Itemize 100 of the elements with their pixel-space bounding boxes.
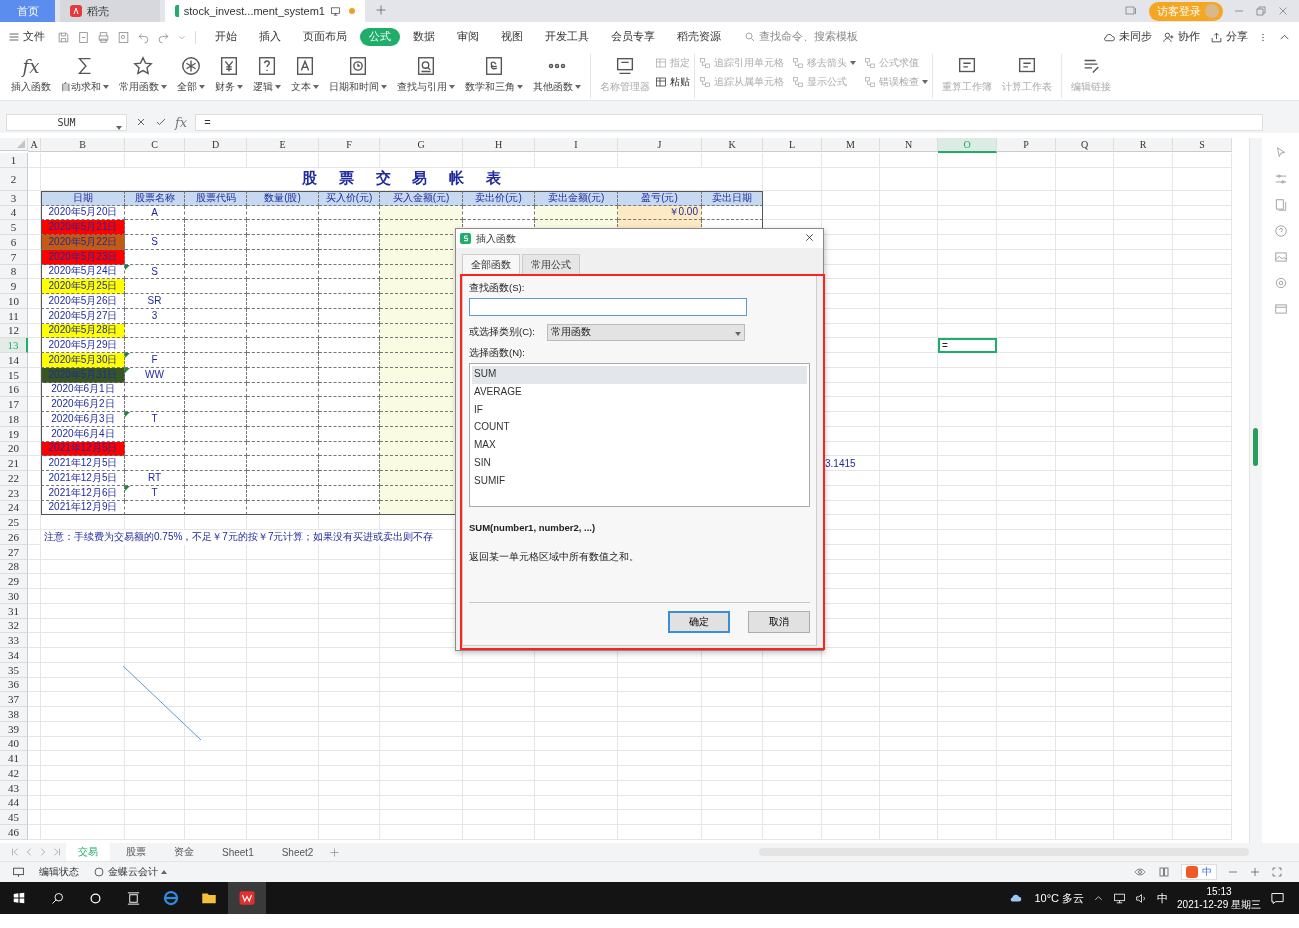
menu-tab[interactable]: 页面布局 — [294, 28, 356, 46]
plugin-button[interactable]: 金蝶云会计 — [93, 865, 167, 879]
active-cell[interactable]: = — [938, 338, 997, 353]
row-header[interactable]: 6 — [0, 235, 28, 250]
ok-button[interactable]: 确定 — [668, 611, 730, 633]
table-cell[interactable]: 3 — [125, 308, 185, 324]
row-header[interactable]: 30 — [0, 589, 28, 604]
function-item[interactable]: IF — [472, 401, 807, 420]
table-cell[interactable]: T — [125, 412, 185, 427]
row-header[interactable]: 9 — [0, 279, 28, 294]
insert-function-button[interactable]: fx — [175, 114, 188, 130]
ribbon-button[interactable]: 财务 — [210, 52, 248, 94]
row-header[interactable]: 5 — [0, 220, 28, 235]
sheet-tab[interactable]: Sheet1 — [210, 844, 266, 860]
row-header[interactable]: 41 — [0, 751, 28, 766]
document-tab[interactable]: stock_invest...ment_system1 — [165, 0, 365, 22]
column-header[interactable]: N — [880, 138, 938, 152]
column-header[interactable]: D — [185, 138, 247, 152]
table-cell[interactable]: T — [125, 485, 185, 501]
ribbon-button[interactable]: 逻辑 — [248, 52, 286, 94]
column-header[interactable]: G — [380, 138, 463, 152]
ime-toolbar[interactable]: 中 — [1181, 864, 1217, 880]
row-header[interactable]: 2 — [0, 167, 28, 191]
dialog-tab[interactable]: 常用公式 — [522, 254, 580, 275]
table-cell[interactable]: WW — [125, 367, 185, 383]
row-header[interactable]: 34 — [0, 648, 28, 663]
toolbar-action[interactable]: 未同步 — [1103, 30, 1152, 44]
table-cell[interactable]: S — [125, 235, 185, 250]
command-search[interactable]: 查找命令、搜索模板 — [744, 30, 858, 44]
ribbon-button[interactable]: 粘贴 — [655, 75, 690, 89]
row-header[interactable]: 14 — [0, 353, 28, 368]
column-header[interactable]: L — [763, 138, 822, 152]
function-item[interactable]: SUMIF — [472, 472, 807, 491]
menu-tab[interactable]: 开发工具 — [536, 28, 598, 46]
menu-tab[interactable]: 视图 — [492, 28, 532, 46]
ribbon-button[interactable]: 文本 — [286, 52, 324, 94]
table-cell[interactable]: A — [125, 205, 185, 221]
ribbon-button[interactable]: 其他函数 — [528, 52, 586, 94]
function-item[interactable]: SIN — [472, 455, 807, 473]
column-header[interactable]: A — [28, 138, 41, 152]
row-header[interactable]: 33 — [0, 633, 28, 648]
column-header[interactable]: I — [535, 138, 618, 152]
table-cell[interactable]: RT — [125, 471, 185, 486]
ribbon-button[interactable]: fx 插入函数 — [6, 52, 56, 94]
row-header[interactable]: 10 — [0, 294, 28, 309]
column-header[interactable]: K — [702, 138, 763, 152]
function-item[interactable]: AVERAGE — [472, 383, 807, 402]
menu-tab[interactable]: 会员专享 — [602, 28, 664, 46]
row-header[interactable]: 45 — [0, 810, 28, 825]
sheet-tab[interactable]: Sheet2 — [269, 844, 326, 860]
column-header[interactable]: F — [319, 138, 380, 152]
ribbon-button[interactable]: 常用函数 — [114, 52, 172, 94]
row-header[interactable]: 46 — [0, 825, 28, 840]
menu-tab[interactable]: 审阅 — [448, 28, 488, 46]
sheet-tab[interactable]: 资金 — [162, 843, 206, 861]
ribbon-button[interactable]: 日期和时间 — [324, 52, 392, 94]
row-header[interactable]: 1 — [0, 153, 28, 168]
menu-tab[interactable]: 插入 — [250, 28, 290, 46]
clock[interactable]: 15:13 2021-12-29 星期三 — [1177, 885, 1261, 911]
sheet-tab[interactable]: 股票 — [114, 843, 158, 861]
row-header[interactable]: 18 — [0, 412, 28, 427]
column-header[interactable]: E — [247, 138, 319, 152]
function-item[interactable]: SUM — [472, 366, 807, 384]
column-header[interactable]: J — [618, 138, 702, 152]
menu-tab[interactable]: 开始 — [206, 28, 246, 46]
ribbon-button[interactable]: 查找与引用 — [392, 52, 460, 94]
column-header[interactable]: Q — [1056, 138, 1114, 152]
dialog-tab[interactable]: 全部函数 — [462, 254, 520, 275]
table-cell[interactable]: SR — [125, 294, 185, 309]
column-header[interactable]: B — [41, 138, 125, 152]
table-cell[interactable]: S — [125, 264, 185, 280]
ribbon-button[interactable]: 数学和三角 — [460, 52, 528, 94]
column-header[interactable]: C — [125, 138, 185, 152]
row-header[interactable]: 29 — [0, 574, 28, 589]
ime-indicator[interactable]: 中 — [1157, 890, 1169, 906]
function-item[interactable]: MAX — [472, 437, 807, 455]
document-tab[interactable]: 稻壳 — [60, 0, 160, 22]
category-dropdown[interactable]: 常用函数 — [546, 324, 745, 341]
column-header[interactable]: H — [463, 138, 535, 152]
row-header[interactable]: 17 — [0, 397, 28, 412]
row-header[interactable]: 38 — [0, 707, 28, 722]
column-header[interactable]: P — [997, 138, 1056, 152]
menu-tab[interactable]: 稻壳资源 — [668, 28, 730, 46]
row-header[interactable]: 37 — [0, 692, 28, 707]
column-header[interactable]: R — [1114, 138, 1173, 152]
row-header[interactable]: 21 — [0, 456, 28, 471]
toolbar-action[interactable]: 分享 — [1210, 30, 1248, 44]
row-header[interactable]: 25 — [0, 515, 28, 530]
formula-field[interactable]: = — [195, 113, 1263, 131]
cancel-button[interactable]: 取消 — [748, 611, 810, 633]
column-header[interactable]: M — [822, 138, 880, 152]
name-box[interactable]: SUM — [6, 113, 127, 131]
ribbon-button[interactable]: 全部 — [172, 52, 210, 94]
column-header[interactable]: S — [1173, 138, 1232, 152]
file-menu[interactable]: 文件 — [8, 30, 45, 44]
function-item[interactable]: COUNT — [472, 419, 807, 438]
table-cell[interactable]: F — [125, 353, 185, 368]
ribbon-button[interactable]: 自动求和 — [56, 52, 114, 94]
row-header[interactable]: 26 — [0, 530, 28, 545]
toolbar-action[interactable]: 协作 — [1162, 30, 1200, 44]
